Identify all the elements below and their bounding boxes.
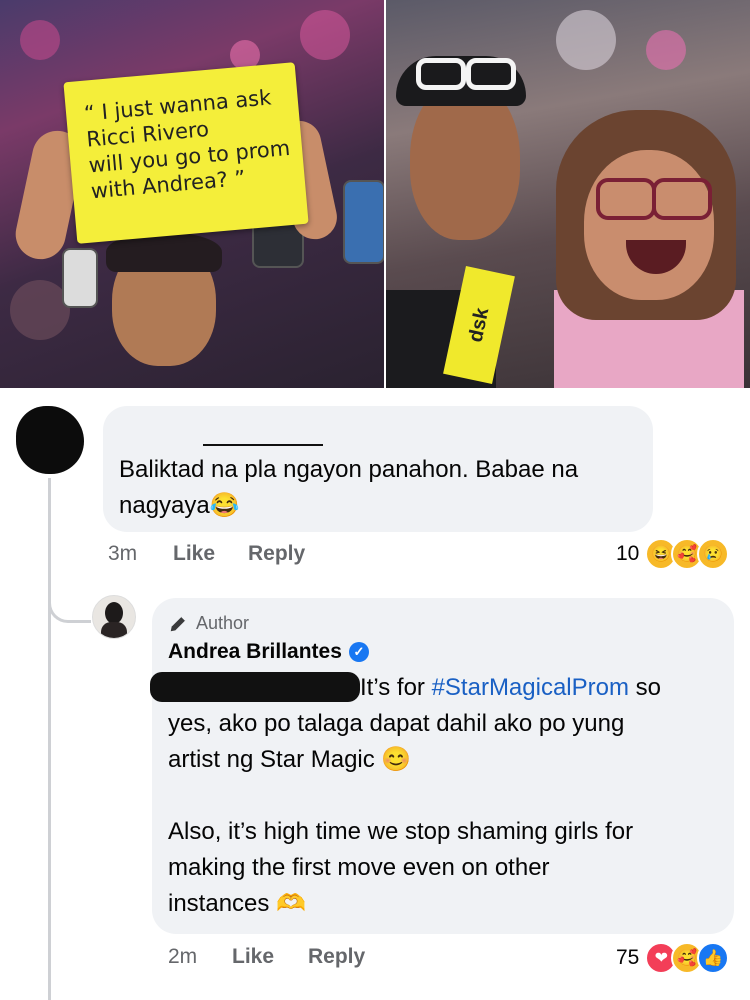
phone-icon: [62, 248, 98, 308]
reaction-count: 10: [616, 542, 640, 565]
yellow-banner: dsk: [443, 266, 515, 384]
yellow-sign: “ I just wanna ask Ricci Rivero will you…: [63, 62, 309, 244]
author-tag-label: Author: [196, 612, 250, 633]
sunglasses-icon: [466, 58, 516, 90]
comment-text: Baliktad na pla ngayon panahon. Babae na…: [119, 452, 649, 524]
banner-text: dsk: [464, 305, 494, 345]
reply-line: It’s for #StarMagicalProm so: [150, 670, 728, 706]
avatar-figure: [101, 622, 127, 638]
smile-emoji-icon: 😊: [381, 746, 412, 773]
reaction-summary[interactable]: 75 ❤ 🥰 👍: [616, 942, 730, 974]
thread-curve: [48, 560, 91, 623]
phone-icon: [343, 180, 384, 264]
comment-time: 3m: [108, 542, 138, 565]
author-tag: Author: [168, 612, 249, 634]
comment-line: nagyaya😂: [119, 488, 649, 524]
reply-line: artist ng Star Magic 😊: [168, 742, 728, 778]
crowd-blur: [646, 30, 686, 70]
like-button[interactable]: Like: [173, 542, 215, 566]
crowd-blur: [20, 20, 60, 60]
reply-line: Also, it’s high time we stop shaming gir…: [168, 818, 634, 845]
laughing-emoji-icon: 😂: [209, 492, 240, 519]
commenter-avatar[interactable]: [16, 406, 84, 474]
crowd-blur: [556, 10, 616, 70]
crowd-blur: [300, 10, 350, 60]
crowd-blur: [10, 280, 70, 340]
reply-time: 2m: [168, 945, 198, 968]
woman-face: [584, 150, 714, 300]
concert-photo-sign[interactable]: “ I just wanna ask Ricci Rivero will you…: [0, 0, 384, 388]
concert-photo-couple[interactable]: dsk: [386, 0, 750, 388]
heart-hands-emoji-icon: 🫶: [276, 890, 306, 917]
like-button[interactable]: Like: [232, 945, 274, 969]
avatar-figure: [105, 602, 123, 624]
reaction-count: 75: [616, 946, 640, 969]
author-name-text: Andrea Brillantes: [168, 640, 342, 663]
reply-line-part: instances: [168, 890, 270, 917]
sad-reaction-icon: 😢: [697, 538, 730, 570]
thread-line: [48, 478, 51, 1000]
reply-line-part: It’s for: [360, 674, 432, 701]
reply-line: yes, ako po talaga dapat dahil ako po yu…: [168, 710, 625, 737]
comment-line: Baliktad na pla ngayon panahon. Babae na: [119, 456, 579, 483]
pencil-icon: [170, 616, 186, 632]
reply-line: instances 🫶: [168, 886, 728, 922]
reply-button[interactable]: Reply: [248, 542, 305, 566]
reply-line-part: so: [628, 674, 661, 701]
like-reaction-icon: 👍: [697, 942, 730, 974]
reply-button[interactable]: Reply: [308, 945, 365, 969]
reply-text: It’s for #StarMagicalProm so yes, ako po…: [150, 670, 728, 922]
author-avatar[interactable]: [92, 595, 136, 639]
reaction-summary[interactable]: 10 😆 🥰 😢: [616, 538, 730, 570]
reply-line: making the first move even on other: [168, 854, 550, 881]
glasses-icon: [652, 178, 712, 220]
hashtag-link[interactable]: #StarMagicalProm: [432, 674, 629, 701]
redacted-name: [203, 424, 323, 446]
reply-line-part: It’s for #StarMagicalProm so: [360, 670, 661, 706]
sunglasses-icon: [416, 58, 466, 90]
glasses-icon: [596, 178, 656, 220]
redacted-mention: [150, 672, 360, 702]
comment-bubble: Baliktad na pla ngayon panahon. Babae na…: [103, 406, 653, 532]
post-photos: “ I just wanna ask Ricci Rivero will you…: [0, 0, 750, 388]
reply-blank-line: [168, 778, 728, 814]
author-name[interactable]: Andrea Brillantes ✓: [168, 640, 369, 664]
verified-badge-icon: ✓: [348, 642, 369, 662]
comment-line: nagyaya: [119, 492, 210, 519]
reply-line-part: artist ng Star Magic: [168, 746, 375, 773]
